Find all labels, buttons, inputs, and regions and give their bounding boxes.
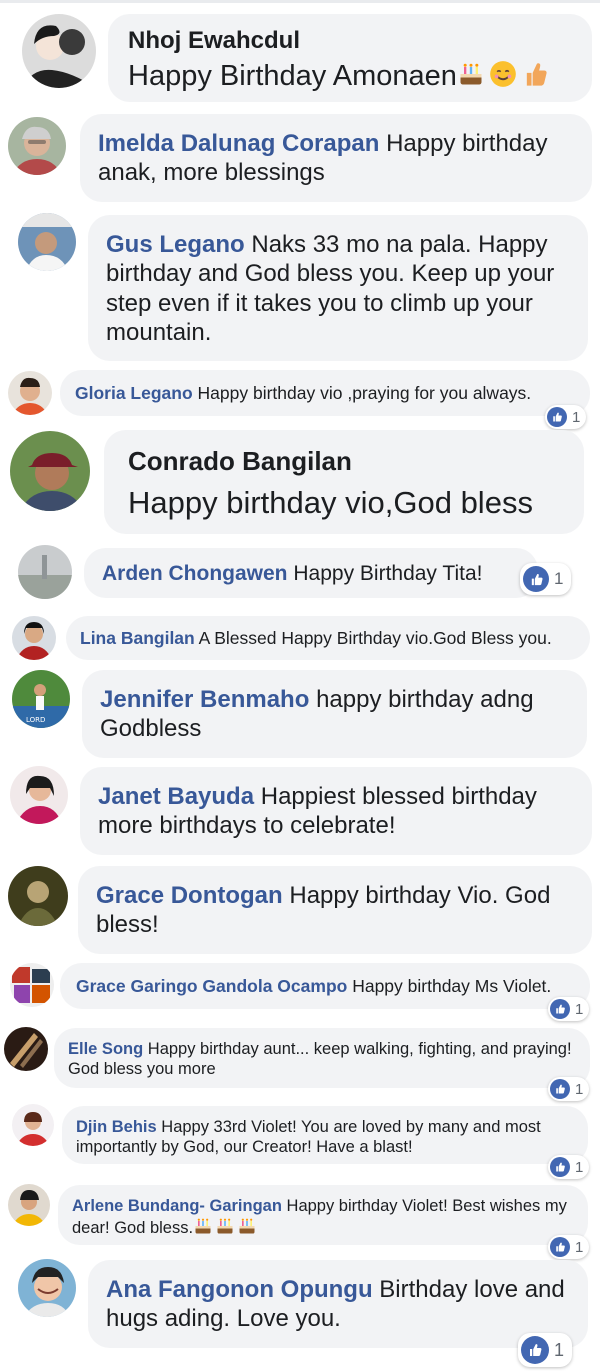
- comment-bubble: Conrado Bangilan Happy birthday vio,God …: [104, 430, 584, 534]
- comment-text-row: Happy Birthday Amonaen: [128, 59, 572, 94]
- thumbs-up-icon: [521, 60, 549, 88]
- avatar[interactable]: [8, 866, 68, 926]
- avatar[interactable]: [8, 117, 66, 175]
- comment-bubble: Imelda Dalunag Corapan Happy birthday an…: [80, 114, 592, 202]
- comment-bubble: Janet Bayuda Happiest blessed birthday m…: [80, 767, 592, 855]
- cake-icon: [215, 1216, 235, 1236]
- reaction-count-number: 1: [575, 1000, 584, 1018]
- avatar[interactable]: [8, 371, 52, 415]
- comment-bubble: Elle Song Happy birthday aunt... keep wa…: [54, 1028, 590, 1088]
- comment-text: Happy Birthday Amonaen: [128, 60, 457, 93]
- reaction-count[interactable]: 1: [518, 1333, 573, 1367]
- cake-icon: [457, 60, 485, 88]
- reaction-count[interactable]: 1: [548, 1155, 590, 1179]
- cake-icon: [193, 1216, 213, 1236]
- commenter-name[interactable]: Jennifer Benmaho: [100, 686, 309, 713]
- commenter-name[interactable]: Lina Bangilan: [80, 628, 195, 648]
- comment-text: Happy birthday aunt... keep walking, fig…: [68, 1040, 572, 1079]
- comment-bubble: Djin Behis Happy 33rd Violet! You are lo…: [62, 1106, 588, 1164]
- smiling-face-icon: [489, 60, 517, 88]
- commenter-name[interactable]: Ana Fangonon Opungu: [106, 1276, 373, 1303]
- comment-text: A Blessed Happy Birthday vio.God Bless y…: [198, 628, 552, 648]
- comment-bubble: Arlene Bundang- Garingan Happy birthday …: [58, 1185, 588, 1245]
- comment-text: Happy birthday vio ,praying for you alwa…: [197, 383, 532, 403]
- like-icon: [550, 1237, 570, 1257]
- avatar[interactable]: [10, 963, 54, 1007]
- avatar[interactable]: [22, 14, 96, 88]
- comment-text: Happy Birthday Tita!: [293, 562, 483, 585]
- reaction-count-number: 1: [554, 1339, 565, 1360]
- top-divider: [0, 0, 600, 3]
- reaction-count-number: 1: [575, 1158, 584, 1176]
- reaction-count-number: 1: [554, 569, 564, 588]
- commenter-name[interactable]: Imelda Dalunag Corapan: [98, 130, 379, 157]
- reaction-count[interactable]: 1: [548, 997, 590, 1021]
- commenter-name[interactable]: Gloria Legano: [75, 383, 193, 403]
- commenter-name[interactable]: Arden Chongawen: [102, 562, 288, 585]
- commenter-name[interactable]: Elle Song: [68, 1040, 143, 1058]
- avatar[interactable]: [18, 213, 76, 271]
- avatar[interactable]: [18, 545, 72, 599]
- like-icon: [550, 1157, 570, 1177]
- like-icon: [550, 1079, 570, 1099]
- comment-bubble: Ana Fangonon Opungu Birthday love and hu…: [88, 1260, 588, 1348]
- comment-bubble: Nhoj Ewahcdul Happy Birthday Amonaen: [108, 14, 592, 102]
- cake-icon: [237, 1216, 257, 1236]
- like-icon: [547, 407, 567, 427]
- reaction-count-number: 1: [575, 1080, 584, 1098]
- comment-bubble: Grace Garingo Gandola Ocampo Happy birth…: [60, 963, 590, 1009]
- comment-bubble: Gus Legano Naks 33 mo na pala. Happy bir…: [88, 215, 588, 361]
- reaction-count-number: 1: [575, 1238, 584, 1256]
- avatar[interactable]: [4, 1027, 48, 1071]
- commenter-name[interactable]: Djin Behis: [76, 1118, 157, 1136]
- like-icon: [521, 1336, 549, 1364]
- commenter-name[interactable]: Arlene Bundang- Garingan: [72, 1197, 282, 1215]
- commenter-name[interactable]: Grace Garingo Gandola Ocampo: [76, 976, 347, 996]
- commenter-name[interactable]: Nhoj Ewahcdul: [128, 26, 572, 55]
- reaction-count[interactable]: 1: [548, 1077, 590, 1101]
- avatar[interactable]: [12, 616, 56, 660]
- comment-bubble: Grace Dontogan Happy birthday Vio. God b…: [78, 866, 592, 954]
- reaction-count[interactable]: 1: [548, 1235, 590, 1259]
- commenter-name[interactable]: Grace Dontogan: [96, 882, 283, 909]
- avatar[interactable]: LORD: [12, 670, 70, 728]
- commenter-name[interactable]: Gus Legano: [106, 231, 245, 258]
- comment-bubble: Jennifer Benmaho happy birthday adng God…: [82, 670, 587, 758]
- avatar[interactable]: [8, 1184, 50, 1226]
- commenter-name[interactable]: Janet Bayuda: [98, 783, 254, 810]
- comment-bubble: Gloria Legano Happy birthday vio ,prayin…: [60, 370, 590, 416]
- comment-text: Happy birthday vio,God bless: [128, 484, 533, 520]
- reaction-count-number: 1: [572, 408, 581, 426]
- like-icon: [523, 566, 549, 592]
- comment-bubble: Arden Chongawen Happy Birthday Tita!: [84, 548, 538, 598]
- like-icon: [550, 999, 570, 1019]
- reaction-count[interactable]: 1: [545, 405, 587, 429]
- comment-text: Happy birthday Ms Violet.: [352, 976, 552, 996]
- avatar[interactable]: [10, 431, 90, 511]
- avatar[interactable]: [12, 1104, 54, 1146]
- avatar[interactable]: [18, 1259, 76, 1317]
- svg-text:LORD: LORD: [26, 716, 45, 724]
- comment-bubble: Lina Bangilan A Blessed Happy Birthday v…: [66, 616, 590, 660]
- avatar[interactable]: [10, 766, 68, 824]
- reaction-count[interactable]: 1: [520, 563, 572, 595]
- commenter-name[interactable]: Conrado Bangilan: [128, 446, 560, 478]
